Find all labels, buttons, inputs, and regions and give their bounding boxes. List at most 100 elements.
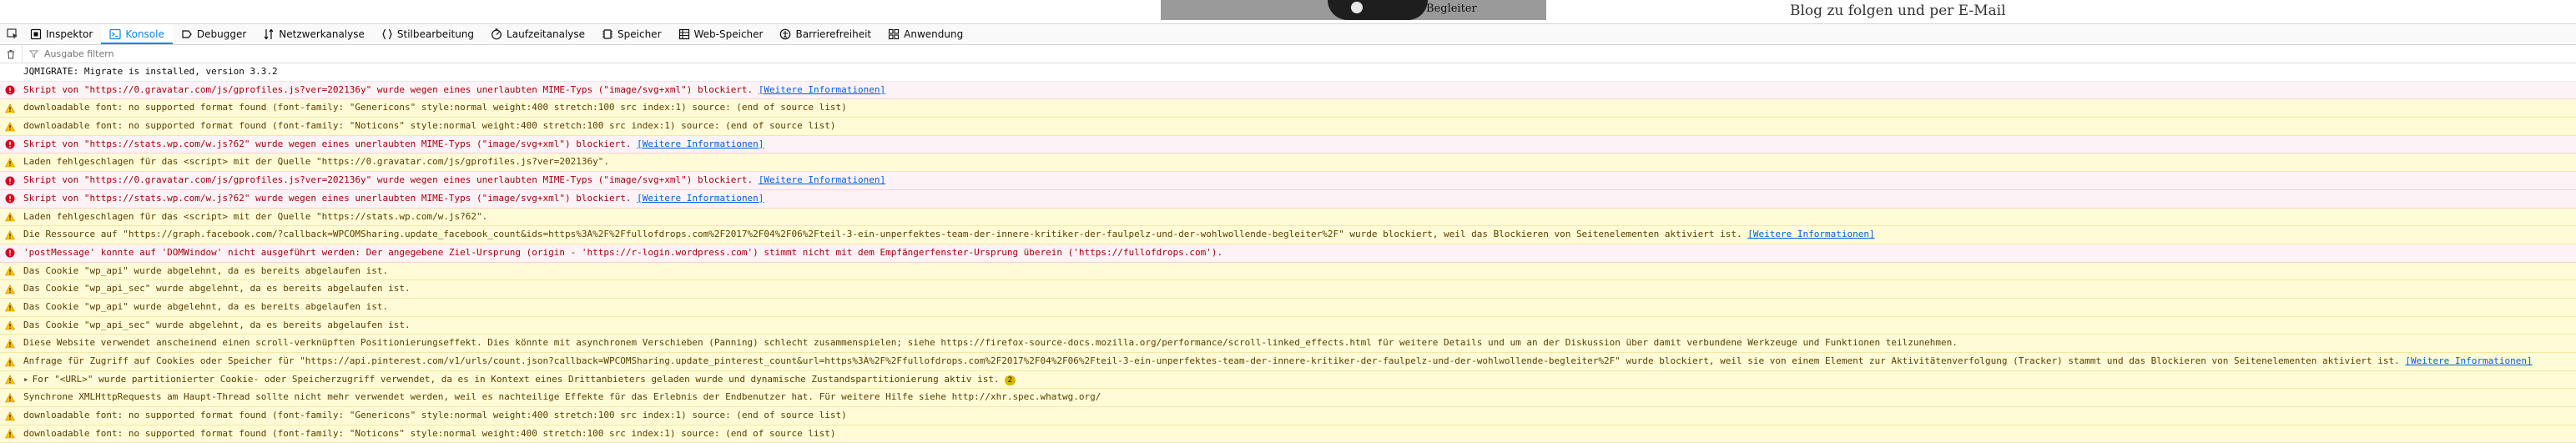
warning-icon xyxy=(5,393,15,403)
console-message-warning: downloadable font: no supported format f… xyxy=(0,407,2576,425)
style-editor-icon xyxy=(382,28,392,40)
debugger-icon xyxy=(182,30,192,38)
console-message-log: JQMIGRATE: Migrate is installed, version… xyxy=(0,63,2576,82)
error-icon xyxy=(5,176,15,186)
message-text: downloadable font: no supported format f… xyxy=(23,410,847,421)
tab-label: Stilbearbeitung xyxy=(396,28,475,40)
filter-icon xyxy=(29,50,38,58)
logo-icon xyxy=(1351,2,1363,13)
page-content-strip: Begleiter Blog zu folgen und per E-Mail xyxy=(0,0,2576,24)
memory-icon xyxy=(602,29,613,39)
tab-barrierefreiheit[interactable]: Barrierefreiheit xyxy=(771,24,880,44)
console-message-error: Skript von "https://0.gravatar.com/js/gp… xyxy=(0,81,2576,100)
console-message-warning: Die Ressource auf "https://graph.faceboo… xyxy=(0,226,2576,244)
warning-icon xyxy=(5,229,15,239)
tab-label: Konsole xyxy=(125,28,164,40)
application-icon xyxy=(889,28,900,40)
tab-label: Netzwerkanalyse xyxy=(279,28,365,40)
error-icon xyxy=(5,85,15,95)
accessibility-icon xyxy=(780,28,791,40)
error-icon xyxy=(5,139,15,149)
tab-label: Debugger xyxy=(196,28,247,40)
console-message-error: Skript von "https://0.gravatar.com/js/gp… xyxy=(0,172,2576,190)
tab-label: Laufzeitanalyse xyxy=(507,28,586,40)
more-info-link[interactable]: [Weitere Informationen] xyxy=(759,174,885,185)
tab-anwendung[interactable]: Anwendung xyxy=(880,24,971,44)
tab-stilbearbeitung[interactable]: Stilbearbeitung xyxy=(373,24,482,44)
message-text: JQMIGRATE: Migrate is installed, version… xyxy=(23,66,278,77)
console-filter-input[interactable] xyxy=(43,48,296,60)
message-text: 'postMessage' konnte auf 'DOMWindow' nic… xyxy=(23,246,1223,258)
message-text: Das Cookie "wp_api" wurde abgelehnt, da … xyxy=(23,264,389,276)
warning-icon xyxy=(5,429,15,439)
page-heading: Blog zu folgen und per E-Mail xyxy=(1790,3,2006,19)
console-filter-bar xyxy=(0,45,2576,63)
tab-label: Inspektor xyxy=(46,28,93,40)
console-message-warning: Das Cookie "wp_api_sec" wurde abgelehnt,… xyxy=(0,280,2576,299)
more-info-link[interactable]: [Weitere Informationen] xyxy=(637,193,764,204)
network-icon xyxy=(264,28,274,40)
warning-icon xyxy=(5,320,15,330)
warning-icon xyxy=(5,284,15,294)
message-text: Anfrage für Zugriff auf Cookies oder Spe… xyxy=(23,355,2400,366)
console-message-warning: Das Cookie "wp_api_sec" wurde abgelehnt,… xyxy=(0,316,2576,335)
message-text: downloadable font: no supported format f… xyxy=(23,427,836,439)
tab-laufzeitanalyse[interactable]: Laufzeitanalyse xyxy=(482,24,593,44)
warning-icon xyxy=(5,121,15,131)
trash-icon xyxy=(8,49,14,58)
console-message-warning: Diese Website verwendet anscheinend eine… xyxy=(0,335,2576,353)
message-text: Das Cookie "wp_api_sec" wurde abgelehnt,… xyxy=(23,283,411,294)
warning-icon xyxy=(5,103,15,113)
more-info-link[interactable]: [Weitere Informationen] xyxy=(759,84,885,95)
image-dark-area xyxy=(1328,0,1428,20)
message-text: Diese Website verwendet anscheinend eine… xyxy=(23,337,1958,349)
more-info-link[interactable]: [Weitere Informationen] xyxy=(2405,355,2532,366)
storage-icon xyxy=(678,28,689,40)
message-text: Das Cookie "wp_api" wurde abgelehnt, da … xyxy=(23,300,389,312)
more-info-link[interactable]: [Weitere Informationen] xyxy=(1747,229,1874,239)
message-text: Skript von "https://stats.wp.com/w.js?62… xyxy=(23,138,632,149)
warning-icon xyxy=(5,410,15,420)
tab-inspektor[interactable]: Inspektor xyxy=(22,24,101,44)
console-message-warning: Anfrage für Zugriff auf Cookies oder Spe… xyxy=(0,353,2576,371)
message-text: Skript von "https://0.gravatar.com/js/gp… xyxy=(23,83,754,95)
tab-konsole[interactable]: Konsole xyxy=(101,24,173,44)
console-message-warning: Synchrone XMLHttpRequests am Haupt-Threa… xyxy=(0,389,2576,408)
console-message-warning: Laden fehlgeschlagen für das <script> mi… xyxy=(0,154,2576,173)
repeat-count-badge: 2 xyxy=(1004,375,1016,385)
console-message-error: Skript von "https://stats.wp.com/w.js?62… xyxy=(0,135,2576,154)
warning-icon xyxy=(5,375,15,385)
more-info-link[interactable]: [Weitere Informationen] xyxy=(637,138,764,149)
console-message-warning: Laden fehlgeschlagen für das <script> mi… xyxy=(0,208,2576,227)
tab-label: Web-Speicher xyxy=(693,28,764,40)
message-text: Synchrone XMLHttpRequests am Haupt-Threa… xyxy=(23,391,1101,403)
message-text: Laden fehlgeschlagen für das <script> mi… xyxy=(23,210,488,222)
warning-icon xyxy=(5,212,15,222)
element-picker-button[interactable] xyxy=(3,28,22,40)
tab-netzwerkanalyse[interactable]: Netzwerkanalyse xyxy=(255,24,373,44)
console-message-warning: downloadable font: no supported format f… xyxy=(0,118,2576,136)
error-icon xyxy=(5,194,15,204)
error-icon xyxy=(5,248,15,258)
expand-arrow-icon[interactable]: ▸ xyxy=(23,371,29,389)
message-text: Skript von "https://stats.wp.com/w.js?62… xyxy=(23,192,632,204)
console-message-warning: downloadable font: no supported format f… xyxy=(0,99,2576,118)
clear-console-button[interactable] xyxy=(0,45,23,63)
warning-icon xyxy=(5,266,15,276)
tab-web-speicher[interactable]: Web-Speicher xyxy=(670,24,772,44)
console-message-warning: Das Cookie "wp_api" wurde abgelehnt, da … xyxy=(0,262,2576,281)
warning-icon xyxy=(5,338,15,349)
element-picker-icon xyxy=(7,28,18,39)
console-message-warning: downloadable font: no supported format f… xyxy=(0,425,2576,443)
warning-icon xyxy=(5,158,15,168)
message-text: Skript von "https://0.gravatar.com/js/gp… xyxy=(23,174,754,186)
console-message-warning: Das Cookie "wp_api" wurde abgelehnt, da … xyxy=(0,298,2576,317)
tab-speicher[interactable]: Speicher xyxy=(593,24,669,44)
message-text: Die Ressource auf "https://graph.faceboo… xyxy=(23,229,1742,240)
page-image: Begleiter xyxy=(1161,0,1546,20)
message-text: downloadable font: no supported format f… xyxy=(23,120,836,132)
performance-icon xyxy=(492,28,502,40)
tab-debugger[interactable]: Debugger xyxy=(173,24,255,44)
tab-label: Barrierefreiheit xyxy=(795,28,872,40)
inspector-icon xyxy=(30,28,42,40)
